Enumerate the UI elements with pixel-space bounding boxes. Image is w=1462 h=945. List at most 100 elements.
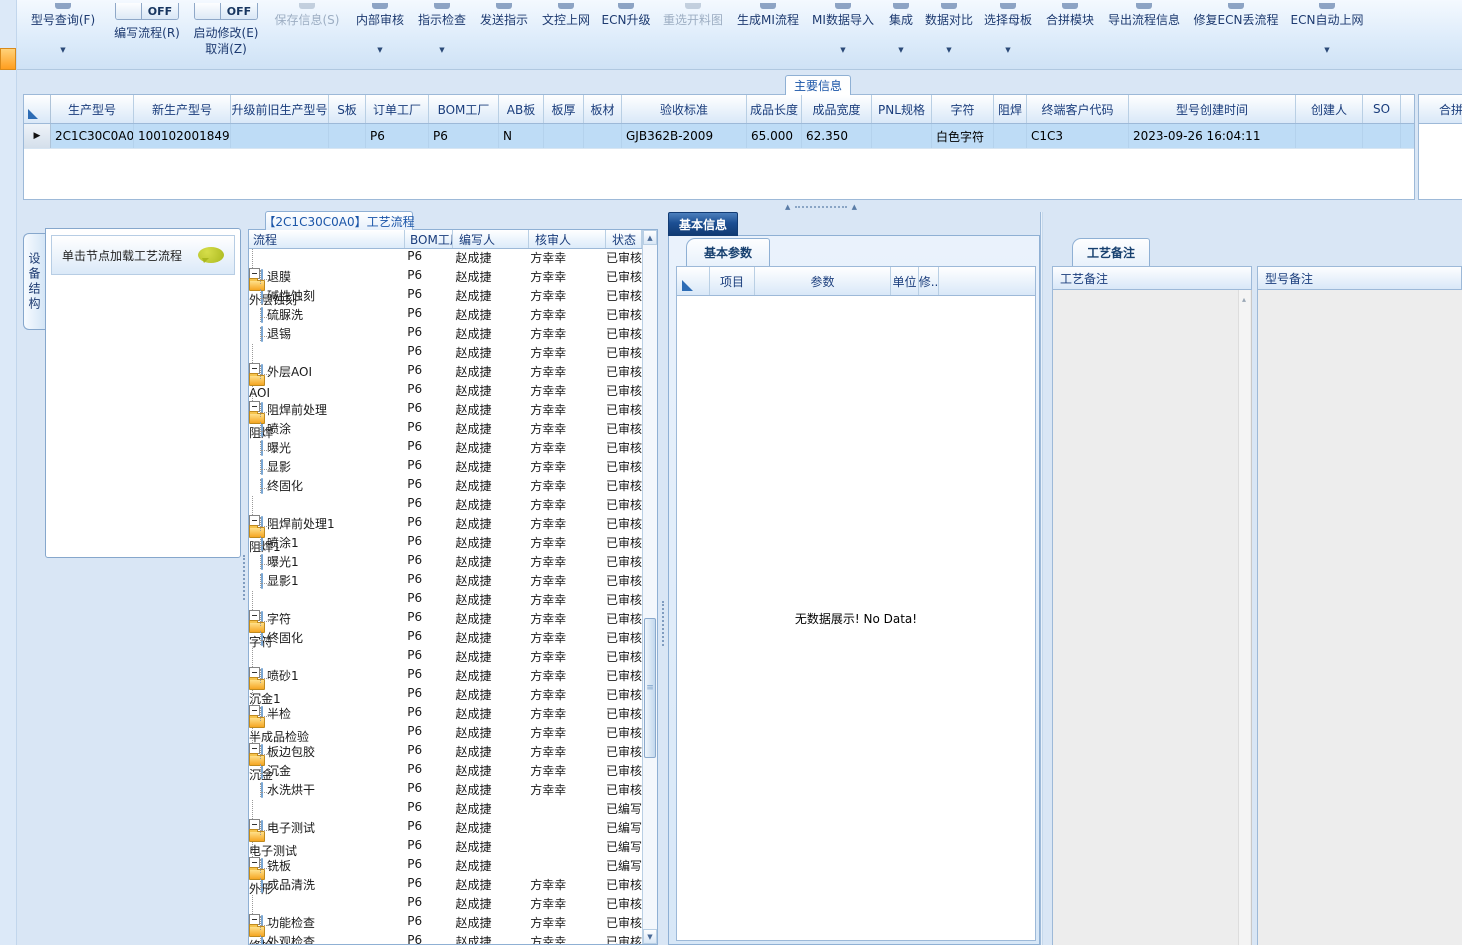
main-grid-cell[interactable] <box>994 124 1027 148</box>
toolbar-button[interactable]: 指示检查 <box>411 0 473 70</box>
main-grid-cell[interactable]: 2023-09-26 16:04:11 <box>1129 124 1296 148</box>
tree-row[interactable]: 外观检查 P6 赵成捷 方幸幸 已审核 <box>249 933 642 944</box>
vertical-splitter-left[interactable] <box>241 203 248 945</box>
tree-row[interactable]: 板边包胶 P6 赵成捷 方幸幸 已审核 <box>249 743 642 762</box>
toolbar-button[interactable]: 数据对比 <box>921 0 977 70</box>
col-header-status[interactable]: 状态 <box>606 230 642 248</box>
tab-main-info[interactable]: 主要信息 <box>785 75 851 95</box>
main-grid-column-header[interactable]: BOM工厂 <box>429 95 499 123</box>
main-grid-cell[interactable]: 10010200184924 <box>134 124 231 148</box>
docked-window-button[interactable] <box>0 48 16 70</box>
tree-row[interactable]: 终检 P6 赵成捷 方幸幸 已审核 <box>249 895 642 944</box>
tree-row[interactable]: 阻焊 P6 赵成捷 方幸幸 已审核 <box>249 382 642 440</box>
tree-row[interactable]: AOI P6 赵成捷 方幸幸 已审核 <box>249 344 642 400</box>
col-header-flow[interactable]: 流程 <box>249 230 405 248</box>
vertical-splitter-middle[interactable] <box>659 203 668 945</box>
main-grid-column-header[interactable]: 新生产型号 <box>134 95 231 123</box>
toolbar-button[interactable]: OFF 编写流程(R) <box>107 0 187 70</box>
toolbar-button[interactable]: 内部审核 <box>349 0 411 70</box>
tree-row[interactable]: 电子测试 P6 赵成捷 已编写 <box>249 819 642 838</box>
main-grid-cell[interactable] <box>544 124 584 148</box>
remarks-scrollbar[interactable] <box>1238 290 1250 945</box>
tree-row[interactable]: 退锡 P6 赵成捷 方幸幸 已审核 <box>249 325 642 344</box>
main-grid-cell[interactable]: 白色字符 <box>932 124 994 148</box>
tree-row[interactable]: 显影1 P6 赵成捷 方幸幸 已审核 <box>249 572 642 591</box>
main-grid-cell[interactable] <box>872 124 932 148</box>
params-column-header[interactable]: 单位 <box>891 267 919 295</box>
main-grid-column-header[interactable]: 成品宽度 <box>802 95 872 123</box>
tree-row[interactable]: 沉金1 P6 赵成捷 方幸幸 已审核 <box>249 648 642 706</box>
select-all-corner[interactable] <box>677 267 710 295</box>
main-grid-column-header[interactable]: 成品长度 <box>747 95 802 123</box>
tree-row[interactable]: 硫脲洗 P6 赵成捷 方幸幸 已审核 <box>249 306 642 325</box>
main-grid-column-header[interactable]: 板厚 <box>544 95 584 123</box>
main-grid-column-header[interactable]: 生产型号 <box>51 95 134 123</box>
toolbar-button-sublabel[interactable]: 取消(Z) <box>205 41 247 57</box>
tree-scrollbar[interactable] <box>642 230 657 944</box>
tree-row[interactable]: 字符 P6 赵成捷 方幸幸 已审核 <box>249 610 642 629</box>
tree-row[interactable]: 半检 P6 赵成捷 方幸幸 已审核 <box>249 705 642 724</box>
main-grid-cell[interactable] <box>1363 124 1401 148</box>
tree-row[interactable]: 曝光 P6 赵成捷 方幸幸 已审核 <box>249 439 642 458</box>
scrollbar-thumb[interactable] <box>644 618 656 758</box>
main-grid-cell[interactable]: 62.350 <box>802 124 872 148</box>
main-grid-cell[interactable] <box>329 124 366 148</box>
toggle-slider[interactable] <box>116 3 142 19</box>
toolbar-button[interactable]: ECN自动上网 <box>1285 0 1369 70</box>
tree-row[interactable]: 终固化 P6 赵成捷 方幸幸 已审核 <box>249 477 642 496</box>
main-grid-cell[interactable]: N <box>499 124 544 148</box>
toolbar-button[interactable]: 文控上网 <box>535 0 597 70</box>
params-column-header[interactable]: 项目 <box>710 267 755 295</box>
main-grid-column-header[interactable]: S板 <box>329 95 366 123</box>
tree-row[interactable]: 显影 P6 赵成捷 方幸幸 已审核 <box>249 458 642 477</box>
main-grid-column-header[interactable]: 订单工厂 <box>366 95 429 123</box>
main-grid-cell[interactable] <box>584 124 622 148</box>
toolbar-button[interactable]: 合拼模块 <box>1039 0 1101 70</box>
col-header-model-remarks[interactable]: 型号备注 <box>1257 266 1462 290</box>
merge-panel-header[interactable]: 合拼 <box>1419 95 1462 124</box>
splitter-grip[interactable] <box>662 601 665 646</box>
model-remarks-area[interactable] <box>1257 290 1462 945</box>
tree-row[interactable]: 外形 P6 赵成捷 已编写 <box>249 838 642 896</box>
off-toggle[interactable]: OFF <box>194 3 258 20</box>
tree-row[interactable]: 外层AOI P6 赵成捷 方幸幸 已审核 <box>249 363 642 382</box>
main-grid-cell[interactable]: P6 <box>429 124 499 148</box>
toolbar-button[interactable]: 集成 <box>881 0 921 70</box>
toolbar-button[interactable]: 重选开料图 <box>655 0 731 70</box>
toolbar-button[interactable]: 修复ECN丢流程 <box>1187 0 1285 70</box>
col-header-bom-factory[interactable]: BOM工厂 <box>405 230 453 248</box>
main-grid-column-header[interactable]: 字符 <box>932 95 994 123</box>
tree-row[interactable]: 电子测试 P6 赵成捷 已编写 <box>249 800 642 858</box>
main-grid-column-header[interactable]: 终端客户代码 <box>1027 95 1129 123</box>
tree-row[interactable]: 喷涂 P6 赵成捷 方幸幸 已审核 <box>249 420 642 439</box>
toolbar-button[interactable]: ECN升级 <box>597 0 655 70</box>
col-header-checker[interactable]: 核审人 <box>529 230 606 248</box>
tree-row[interactable]: 外层蚀刻 P6 赵成捷 方幸幸 已审核 <box>249 249 642 307</box>
toolbar-button[interactable]: 型号查询(F) <box>19 0 107 70</box>
col-header-writer[interactable]: 编写人 <box>453 230 529 248</box>
main-grid-cell[interactable]: GJB362B-2009 <box>622 124 747 148</box>
main-grid-column-header[interactable]: AB板 <box>499 95 544 123</box>
dropdown-arrow-icon[interactable] <box>946 41 951 55</box>
main-grid-column-header[interactable]: SO <box>1363 95 1401 123</box>
off-toggle[interactable]: OFF <box>115 3 179 20</box>
dropdown-arrow-icon[interactable] <box>840 41 845 55</box>
vertical-splitter-right[interactable] <box>1040 212 1052 945</box>
main-grid-cell[interactable] <box>1296 124 1363 148</box>
dropdown-arrow-icon[interactable] <box>1324 41 1329 55</box>
main-grid-column-header[interactable]: PNL规格 <box>872 95 932 123</box>
main-grid-cell[interactable]: 65.000 <box>747 124 802 148</box>
collapse-up-icon[interactable] <box>785 203 790 211</box>
tab-device-structure[interactable]: 设备结构 <box>23 233 45 330</box>
tab-process-remarks[interactable]: 工艺备注 <box>1072 238 1150 266</box>
main-grid-cell[interactable]: 2C1C30C0A0 <box>51 124 134 148</box>
col-header-process-remarks[interactable]: 工艺备注 <box>1052 266 1252 290</box>
tab-basic-params[interactable]: 基本参数 <box>686 238 770 266</box>
horizontal-splitter[interactable] <box>785 203 857 211</box>
main-grid-selected-row[interactable]: ▶ 2C1C30C0A0 10010200184924 P6 P6 N <box>24 124 1414 149</box>
tree-row[interactable]: 喷涂1 P6 赵成捷 方幸幸 已审核 <box>249 534 642 553</box>
main-grid-cell[interactable]: P6 <box>366 124 429 148</box>
main-grid-column-header[interactable]: 型号创建时间 <box>1129 95 1296 123</box>
tree-row[interactable]: 字符 P6 赵成捷 方幸幸 已审核 <box>249 591 642 649</box>
tree-row[interactable]: 阻焊1 P6 赵成捷 方幸幸 已审核 <box>249 496 642 554</box>
